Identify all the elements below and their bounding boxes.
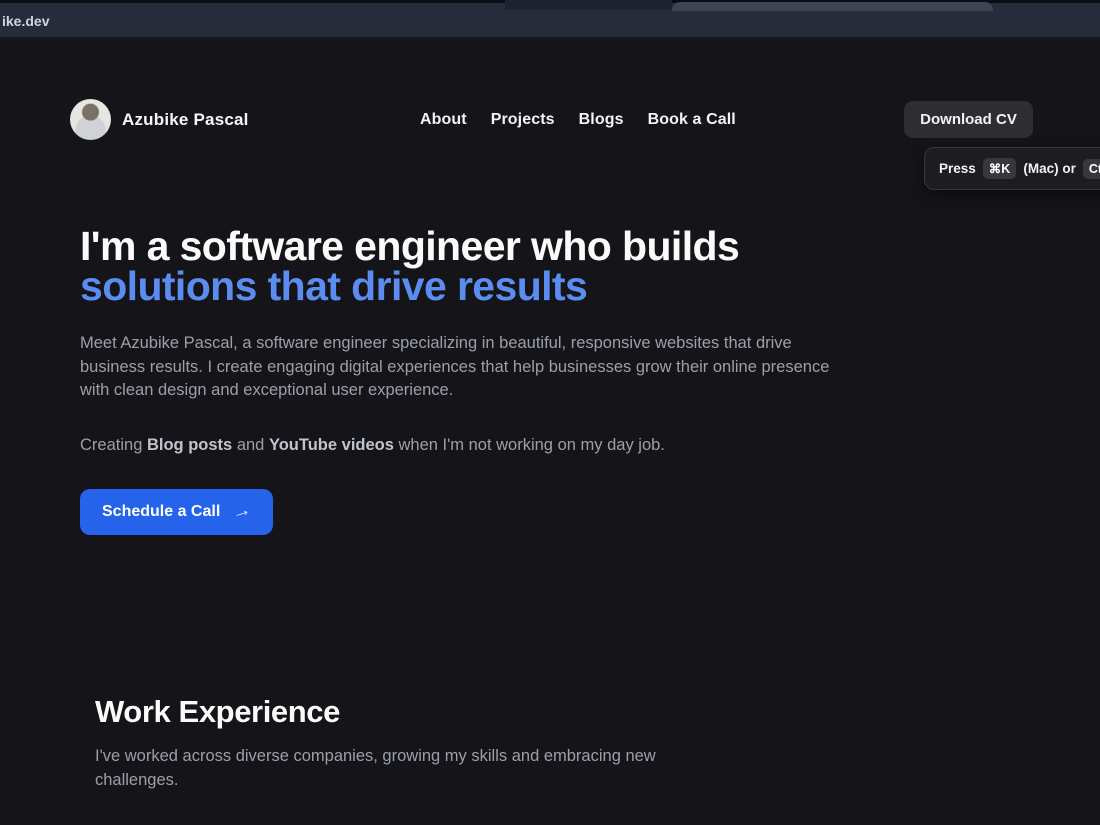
brand-name[interactable]: Azubike Pascal <box>122 110 249 130</box>
site-header: Azubike Pascal About Projects Blogs Book… <box>0 40 1100 140</box>
youtube-videos-link[interactable]: YouTube videos <box>269 436 394 454</box>
schedule-call-button[interactable]: Schedule a Call → <box>80 489 274 535</box>
nav-link-projects[interactable]: Projects <box>491 111 555 129</box>
download-cv-button[interactable]: Download CV <box>904 101 1033 138</box>
inactive-tab[interactable] <box>505 0 672 10</box>
avatar[interactable] <box>70 99 111 140</box>
address-bar-url[interactable]: ike.dev <box>2 13 49 29</box>
toast-middle-text: (Mac) or <box>1023 161 1076 176</box>
cmd-k-key-icon: ⌘K <box>982 158 1017 179</box>
work-experience-title: Work Experience <box>95 694 340 729</box>
blog-posts-link[interactable]: Blog posts <box>147 436 232 454</box>
browser-chrome: ike.dev <box>0 0 1100 40</box>
ctrl-key-icon: Ct <box>1082 158 1100 179</box>
schedule-call-label: Schedule a Call <box>102 503 221 520</box>
work-experience-subtitle: I've worked across diverse companies, gr… <box>95 747 656 789</box>
hobby-prefix: Creating <box>80 436 143 454</box>
toast-press-text: Press <box>939 161 976 176</box>
nav-link-blogs[interactable]: Blogs <box>579 111 624 129</box>
active-tab[interactable] <box>672 2 993 11</box>
main-nav: About Projects Blogs Book a Call <box>420 111 736 129</box>
hero-title: I'm a software engineer who builds solut… <box>80 226 740 309</box>
nav-link-about[interactable]: About <box>420 111 467 129</box>
shortcut-toast[interactable]: Press ⌘K (Mac) or Ct <box>924 147 1100 190</box>
hobby-suffix: when I'm not working on my day job. <box>398 436 665 454</box>
arrow-right-icon: → <box>229 498 254 525</box>
hobby-and: and <box>236 436 265 454</box>
hobby-line: Creating Blog posts and YouTube videos w… <box>80 436 665 455</box>
hero-title-line2: solutions that drive results <box>80 263 588 309</box>
hero-description: Meet Azubike Pascal, a software engineer… <box>80 334 830 399</box>
nav-link-book-a-call[interactable]: Book a Call <box>648 111 736 129</box>
